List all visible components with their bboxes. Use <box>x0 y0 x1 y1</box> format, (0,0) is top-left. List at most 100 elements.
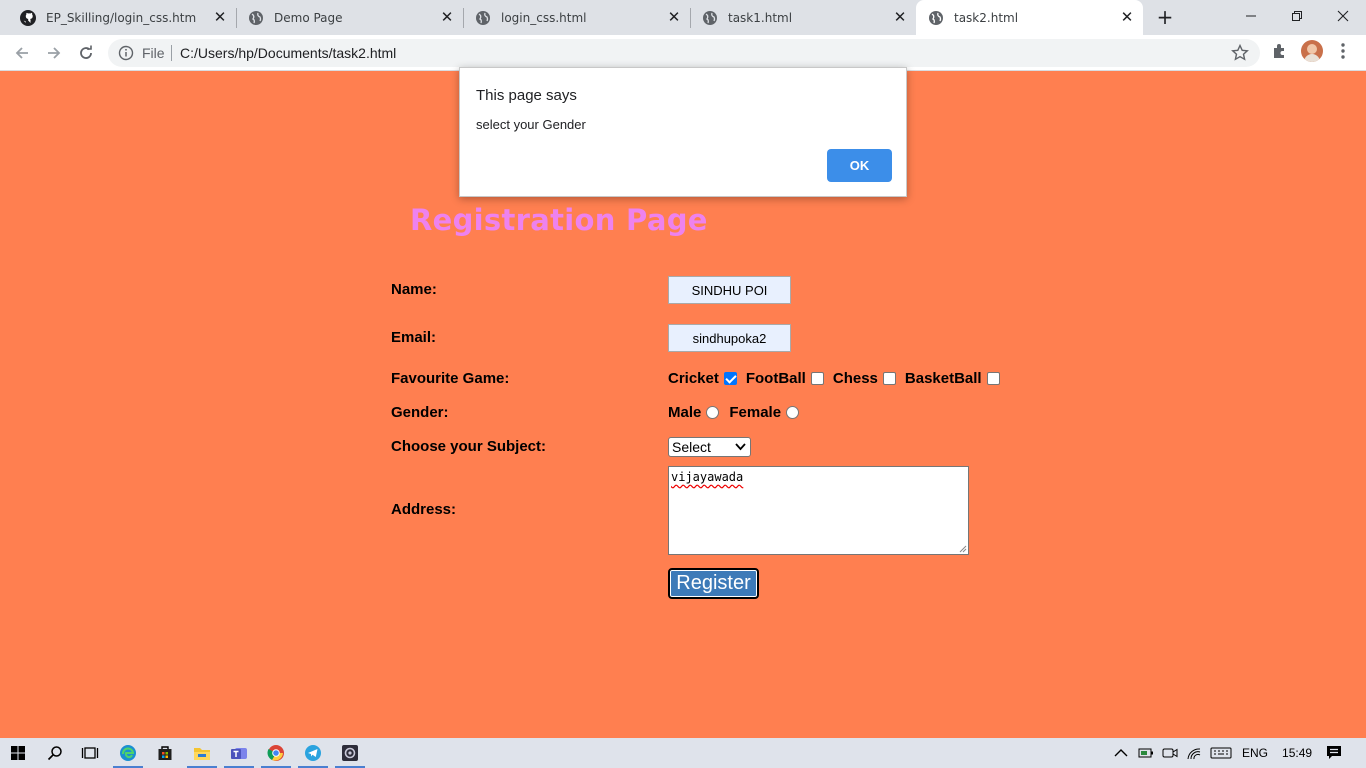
bookmark-star-icon[interactable] <box>1230 43 1250 63</box>
file-explorer-icon <box>194 748 210 760</box>
football-checkbox[interactable] <box>810 372 824 385</box>
dialog-message: select your Gender <box>476 117 586 132</box>
back-arrow-icon <box>15 47 28 59</box>
windows-start-button[interactable] <box>0 738 36 768</box>
meet-now-icon[interactable] <box>1162 746 1178 760</box>
cricket-label: Cricket <box>668 370 719 387</box>
address-textarea[interactable]: vijayawada <box>668 466 969 555</box>
app-button[interactable] <box>332 738 368 768</box>
reload-icon <box>80 45 92 59</box>
resize-grip-icon[interactable] <box>959 545 967 553</box>
tab-title: task2.html <box>954 10 1019 25</box>
chess-label: Chess <box>832 370 878 387</box>
github-icon <box>20 9 36 26</box>
tab-demo-page[interactable]: Demo Page ✕ <box>236 0 463 35</box>
close-icon[interactable]: ✕ <box>439 9 455 25</box>
close-window-button[interactable] <box>1320 0 1366 32</box>
browser-toolbar: File C:/Users/hp/Documents/task2.html <box>0 35 1366 71</box>
chevron-down-icon <box>735 443 746 451</box>
email-input[interactable]: sindhupoka2 <box>668 324 791 352</box>
task-view-button[interactable] <box>72 738 108 768</box>
extensions-icon[interactable] <box>1270 41 1290 61</box>
app-icon <box>342 745 358 761</box>
teams-icon <box>231 748 247 759</box>
register-button[interactable]: Register <box>668 568 759 599</box>
ok-button[interactable]: OK <box>827 149 892 182</box>
tab-task1[interactable]: task1.html ✕ <box>690 0 916 35</box>
male-radio[interactable] <box>706 406 720 419</box>
minimize-icon <box>1246 15 1256 17</box>
taskbar: ENG 15:49 <box>0 738 1366 768</box>
page-title: Registration Page <box>410 203 708 237</box>
keyboard-icon[interactable] <box>1210 746 1232 760</box>
dialog-title: This page says <box>476 87 577 104</box>
language-indicator[interactable]: ENG <box>1242 746 1268 760</box>
address-divider <box>171 45 172 61</box>
tab-login-css[interactable]: login_css.html ✕ <box>463 0 690 35</box>
name-label: Name: <box>391 281 437 298</box>
forward-button[interactable] <box>42 41 66 65</box>
wifi-icon[interactable] <box>1186 746 1202 760</box>
action-center-button[interactable] <box>1316 738 1352 768</box>
tab-strip: EP_Skilling/login_css.html at m ✕ Demo P… <box>0 0 1366 35</box>
telegram-icon <box>305 745 321 761</box>
game-label: Favourite Game: <box>391 370 510 387</box>
register-wrap: Register <box>668 568 759 599</box>
address-value: vijayawada <box>671 470 744 484</box>
teams-button[interactable] <box>221 738 257 768</box>
address-field-wrap: vijayawada <box>668 466 969 555</box>
name-input[interactable]: SINDHU POI <box>668 276 791 304</box>
more-menu-icon[interactable] <box>1336 41 1350 61</box>
subject-label: Choose your Subject: <box>391 438 547 455</box>
tab-github[interactable]: EP_Skilling/login_css.html at m ✕ <box>8 0 236 35</box>
battery-icon[interactable] <box>1138 747 1154 759</box>
name-field-wrap: SINDHU POI <box>668 276 791 304</box>
avatar[interactable] <box>1301 40 1323 62</box>
address-bar[interactable]: File C:/Users/hp/Documents/task2.html <box>108 39 1260 67</box>
close-icon[interactable]: ✕ <box>666 9 682 25</box>
search-button[interactable] <box>37 738 73 768</box>
tab-task2[interactable]: task2.html ✕ <box>916 0 1143 35</box>
email-label: Email: <box>391 329 437 346</box>
cricket-checkbox[interactable] <box>723 372 737 385</box>
basketball-label: BasketBall <box>904 370 982 387</box>
email-value: sindhupoka2 <box>692 330 767 346</box>
telegram-button[interactable] <box>295 738 331 768</box>
female-label: Female <box>729 404 782 421</box>
close-icon[interactable]: ✕ <box>892 9 908 25</box>
back-button[interactable] <box>10 41 34 65</box>
close-icon[interactable]: ✕ <box>212 9 228 25</box>
reload-button[interactable] <box>74 41 98 65</box>
chrome-icon <box>267 745 284 761</box>
scheme-label: File <box>142 45 165 61</box>
tab-title: login_css.html <box>501 10 587 25</box>
game-options: Cricket FootBall Chess BasketBall <box>668 370 1009 387</box>
chess-checkbox[interactable] <box>882 372 896 385</box>
football-label: FootBall <box>745 370 806 387</box>
notification-icon <box>1327 746 1341 759</box>
edge-button[interactable] <box>110 738 146 768</box>
subject-select[interactable]: Select <box>668 437 751 457</box>
globe-icon <box>703 10 717 25</box>
globe-icon <box>249 10 263 25</box>
url-text[interactable]: C:/Users/hp/Documents/task2.html <box>180 45 396 61</box>
clock[interactable]: 15:49 <box>1282 746 1312 760</box>
edge-icon <box>120 745 136 761</box>
basketball-checkbox[interactable] <box>986 372 1000 385</box>
forward-arrow-icon <box>48 47 61 59</box>
minimize-button[interactable] <box>1228 0 1274 32</box>
tab-title: Demo Page <box>274 10 343 25</box>
system-tray: ENG 15:49 <box>1114 738 1312 768</box>
restore-button[interactable] <box>1274 0 1320 32</box>
chevron-up-icon[interactable] <box>1114 748 1128 758</box>
store-button[interactable] <box>147 738 183 768</box>
file-explorer-button[interactable] <box>184 738 220 768</box>
new-tab-button[interactable]: + <box>1154 6 1176 28</box>
close-icon[interactable]: ✕ <box>1119 9 1135 25</box>
chrome-button[interactable] <box>258 738 294 768</box>
restore-icon <box>1292 11 1302 21</box>
female-radio[interactable] <box>786 406 800 419</box>
info-icon[interactable] <box>118 45 134 61</box>
task-view-icon <box>81 747 99 759</box>
address-label: Address: <box>391 501 457 518</box>
